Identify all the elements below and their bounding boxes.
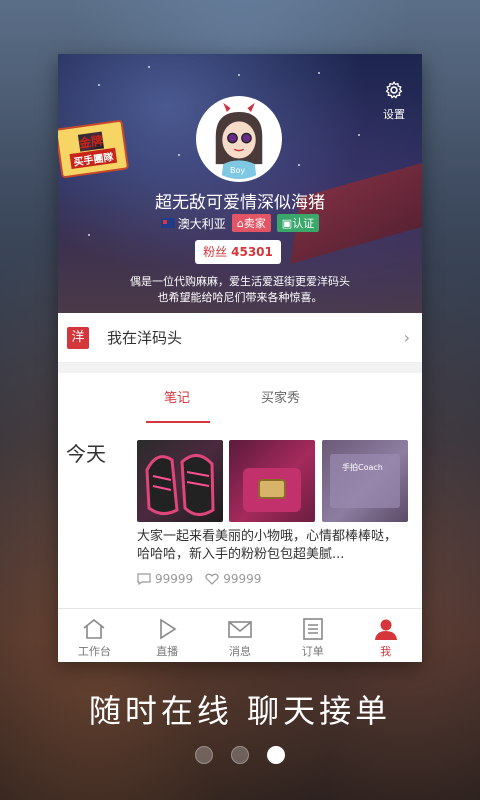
settings-label: 设置 [383, 108, 405, 121]
seller-label: 卖家 [243, 217, 266, 230]
seller-tag: ⌂卖家 [231, 214, 271, 232]
nav-label-me: 我 [380, 645, 392, 658]
slogan: 随时在线 聊天接单 [88, 692, 392, 730]
nav-label-messages: 消息 [228, 645, 251, 658]
comment-icon [137, 573, 151, 585]
australia-flag-icon [160, 218, 175, 228]
gear-icon [385, 81, 403, 99]
phone-screen: 金牌 买手團隊 设置 Boy 超无敌可爱情深似海猪 澳大利亚 ⌂卖家 ▣认证 粉… [58, 54, 422, 662]
bio-line2: 也希望能给哈尼们带来各种惊喜。 [157, 291, 323, 304]
bottom-nav: 工作台 直播 消息 订单 我 [58, 608, 422, 662]
comment-stat[interactable]: 99999 [137, 572, 193, 586]
post-stats: 99999 99999 [137, 572, 261, 586]
verified-label: 认证 [292, 217, 315, 230]
play-icon [160, 618, 177, 640]
verified-tag: ▣认证 [276, 214, 320, 232]
gold-buyer-badge: 金牌 买手團隊 [58, 119, 130, 179]
nav-workbench[interactable]: 工作台 [58, 609, 131, 662]
nav-label-workbench: 工作台 [77, 645, 111, 658]
profile-name: 超无敌可爱情深似海猪 [155, 193, 325, 213]
fans-counter[interactable]: 粉丝 45301 [195, 240, 281, 264]
active-tab-indicator [146, 421, 210, 423]
post-image-purple-card[interactable]: 手拍Coach [322, 440, 408, 522]
nav-live[interactable]: 直播 [131, 609, 204, 662]
nav-label-live: 直播 [156, 645, 179, 658]
profile-tags: 澳大利亚 ⌂卖家 ▣认证 [58, 214, 422, 232]
content-tabs: 笔记 买家秀 [58, 373, 422, 423]
svg-text:手拍Coach: 手拍Coach [342, 462, 383, 472]
my-shop-row[interactable]: 洋 我在洋码头 › [58, 313, 422, 363]
comment-count: 99999 [155, 572, 194, 586]
list-icon [302, 618, 323, 640]
fans-label: 粉丝 [203, 245, 228, 259]
user-icon [374, 619, 397, 640]
section-divider [58, 363, 422, 373]
chevron-right-icon: › [403, 328, 410, 347]
nav-messages[interactable]: 消息 [204, 609, 277, 662]
page-dot-1[interactable] [195, 746, 213, 764]
shop-icon: 洋 [67, 326, 89, 349]
like-stat[interactable]: 99999 [205, 572, 261, 586]
post-text[interactable]: 大家一起来看美丽的小物哦，心情都棒棒哒，哈哈哈，新入手的粉粉包包超美腻... [137, 528, 409, 564]
avatar-shirt-text: Boy [230, 166, 246, 175]
badge-line1: 金牌 [77, 130, 104, 152]
mail-icon [228, 621, 252, 638]
nav-orders[interactable]: 订单 [276, 609, 349, 662]
page-dot-2[interactable] [231, 746, 249, 764]
fans-count: 45301 [231, 245, 273, 259]
page-dot-3[interactable] [267, 746, 285, 764]
nav-me[interactable]: 我 [349, 609, 422, 662]
tab-buyer-show[interactable]: 买家秀 [261, 387, 300, 406]
like-count: 99999 [223, 572, 262, 586]
profile-header: 金牌 买手團隊 设置 Boy 超无敌可爱情深似海猪 澳大利亚 ⌂卖家 ▣认证 粉… [58, 54, 422, 313]
profile-bio: 偶是一位代购麻麻，爱生活爱逛街更爱洋码头 也希望能给哈尼们带来各种惊喜。 [58, 274, 422, 306]
page-indicator [0, 746, 480, 764]
date-label: 今天 [66, 442, 106, 466]
post-image-sneakers[interactable] [137, 440, 223, 522]
nav-label-orders: 订单 [301, 645, 324, 658]
bio-line1: 偶是一位代购麻麻，爱生活爱逛街更爱洋码头 [130, 275, 350, 288]
country-tag: 澳大利亚 [160, 215, 226, 232]
home-icon [83, 618, 105, 639]
settings-button[interactable]: 设置 [380, 80, 408, 122]
post-image-pink-bag[interactable] [229, 440, 315, 522]
shop-label: 我在洋码头 [107, 329, 183, 347]
heart-icon [205, 573, 219, 585]
tab-notes[interactable]: 笔记 [164, 387, 190, 406]
country-label: 澳大利亚 [177, 216, 226, 231]
badge-line2: 买手團隊 [69, 147, 118, 169]
